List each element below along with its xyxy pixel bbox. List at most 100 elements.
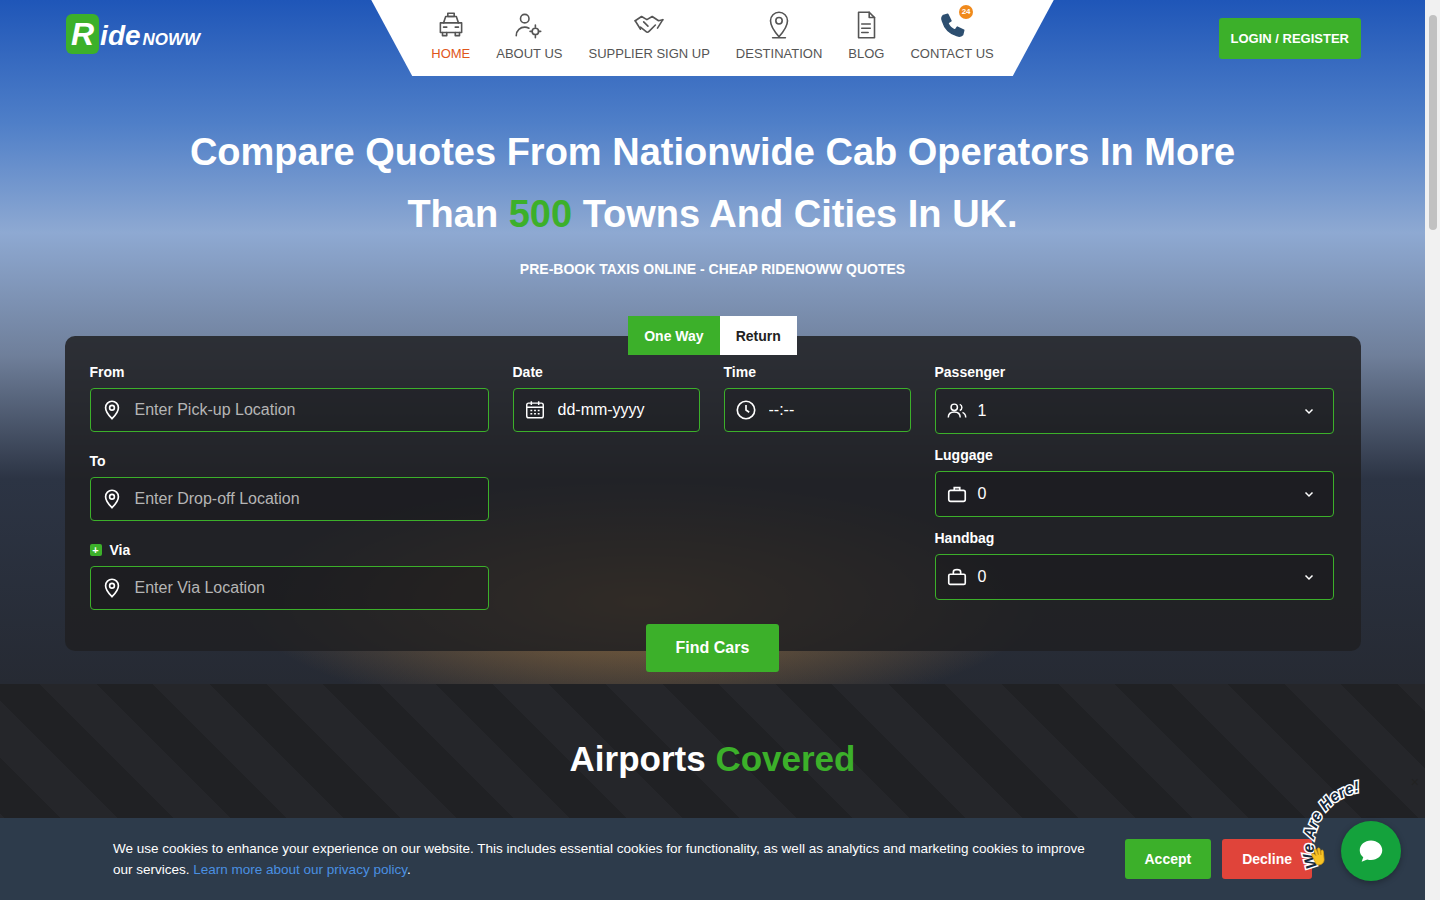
privacy-link[interactable]: Learn more about our privacy policy [193, 862, 407, 877]
hero-title: Compare Quotes From Nationwide Cab Opera… [153, 121, 1273, 245]
location-input[interactable] [133, 489, 478, 509]
select-field[interactable]: 0 [935, 471, 1334, 517]
field-group: To [90, 451, 489, 521]
time-input[interactable] [767, 400, 900, 420]
cookie-banner: We use cookies to enhance your experienc… [0, 818, 1425, 900]
nav-icon-wrap [512, 8, 546, 42]
nav-label: DESTINATION [736, 46, 822, 61]
chat-button[interactable] [1341, 821, 1401, 881]
scrollbar-thumb[interactable] [1429, 15, 1437, 230]
select-field[interactable]: 0 [935, 554, 1334, 600]
select-value: 0 [978, 568, 1293, 586]
field-label: Date [513, 362, 700, 382]
location-field[interactable] [90, 477, 489, 521]
logo-mark: R [66, 14, 99, 54]
form-columns: FromTo+ViaDateTimePassenger1Luggage0Hand… [90, 362, 1336, 610]
location-field[interactable] [90, 388, 489, 432]
taxi-icon [434, 8, 468, 42]
select-field[interactable]: 1 [935, 388, 1334, 434]
chat-close-button[interactable]: × [1411, 775, 1419, 789]
label-text: To [90, 451, 106, 471]
location-column: From To + Via [90, 362, 489, 610]
logo-text: ide [100, 20, 140, 52]
nav-label: HOME [431, 46, 470, 61]
trip-tab[interactable]: One Way [628, 316, 719, 355]
title-highlight: Covered [715, 739, 855, 778]
field-group: Time [724, 362, 911, 432]
select-value: 1 [978, 402, 1293, 420]
date-column: Date [513, 362, 700, 610]
decline-button[interactable]: Decline [1222, 839, 1312, 879]
nav-item[interactable]: SUPPLIER SIGN UP [588, 8, 709, 76]
nav-icon-wrap [849, 8, 883, 42]
logo[interactable]: RideNOWW [0, 0, 371, 54]
passenger-column: Passenger1 Luggage 0 Handbag 0 [935, 362, 1334, 610]
date-field[interactable] [513, 388, 700, 432]
clock-icon [735, 399, 757, 421]
chat-widget: ×We Are Here! [1296, 775, 1425, 885]
accept-button[interactable]: Accept [1125, 839, 1212, 879]
nav-item[interactable]: HOME [431, 8, 470, 76]
trip-tabs: One WayReturn [628, 316, 797, 355]
nav-icon-wrap: 24 [935, 8, 969, 42]
header: RideNOWW HOME ABOUT US SUPPLIER SIGN UP DEST… [0, 0, 1425, 76]
handshake-icon [632, 8, 666, 42]
chevron-down-icon [1303, 488, 1315, 500]
login-wrap: LOGIN / REGISTER [1054, 0, 1425, 59]
field-group: Luggage 0 [935, 445, 1334, 517]
select-value: 0 [978, 485, 1293, 503]
location-pin-icon [101, 488, 123, 510]
location-input[interactable] [133, 400, 478, 420]
field-label: + Via [90, 540, 489, 560]
nav-item[interactable]: ABOUT US [496, 8, 562, 76]
chat-bubble-icon [1356, 836, 1386, 866]
contact-badge: 24 [959, 5, 973, 19]
field-label: Time [724, 362, 911, 382]
nav-item[interactable]: DESTINATION [736, 8, 822, 76]
field-group: + Via [90, 540, 489, 610]
location-field[interactable] [90, 566, 489, 610]
field-label: Luggage [935, 445, 1334, 465]
field-group: Passenger1 [935, 362, 1334, 434]
trip-tab[interactable]: Return [720, 316, 797, 355]
find-cars-button[interactable]: Find Cars [646, 624, 780, 672]
label-text: From [90, 362, 125, 382]
handbag-icon [946, 566, 968, 588]
date-input[interactable] [556, 400, 689, 420]
hero-subtitle: PRE-BOOK TAXIS ONLINE - CHEAP RIDENOWW Q… [520, 259, 905, 279]
field-label: To [90, 451, 489, 471]
nav-icon-wrap [762, 8, 796, 42]
team-gear-icon [512, 8, 546, 42]
chevron-down-icon [1303, 571, 1315, 583]
nav-icon-wrap [632, 8, 666, 42]
time-field[interactable] [724, 388, 911, 432]
field-group: Handbag 0 [935, 528, 1334, 600]
scrollbar[interactable] [1425, 0, 1440, 900]
scroll-up-icon[interactable] [1425, 0, 1440, 15]
time-column: Time [724, 362, 911, 610]
field-label: Handbag [935, 528, 1334, 548]
passenger-icon [946, 400, 968, 422]
title-highlight: 500 [509, 193, 572, 235]
document-icon [849, 8, 883, 42]
booking-form: FromTo+ViaDateTimePassenger1Luggage0Hand… [65, 336, 1361, 651]
nav-item[interactable]: BLOG [848, 8, 884, 76]
hero: RideNOWW HOME ABOUT US SUPPLIER SIGN UP DEST… [0, 0, 1425, 684]
nav-item[interactable]: 24 CONTACT US [910, 8, 993, 76]
field-group: Date [513, 362, 700, 432]
waving-hand-icon [1308, 845, 1332, 869]
location-input[interactable] [133, 578, 478, 598]
field-group: From [90, 362, 489, 432]
nav-label: CONTACT US [910, 46, 993, 61]
cookie-text: We use cookies to enhance your experienc… [113, 838, 1092, 880]
chevron-down-icon [1303, 405, 1315, 417]
page: RideNOWW HOME ABOUT US SUPPLIER SIGN UP DEST… [0, 0, 1425, 900]
calendar-icon [524, 399, 546, 421]
label-text: Via [110, 540, 131, 560]
login-button[interactable]: LOGIN / REGISTER [1219, 18, 1361, 59]
field-label: From [90, 362, 489, 382]
nav-label: BLOG [848, 46, 884, 61]
add-via-icon[interactable]: + [90, 544, 102, 556]
main-nav: HOME ABOUT US SUPPLIER SIGN UP DESTINATION B… [371, 0, 1053, 76]
scroll-down-icon[interactable] [1425, 885, 1440, 900]
